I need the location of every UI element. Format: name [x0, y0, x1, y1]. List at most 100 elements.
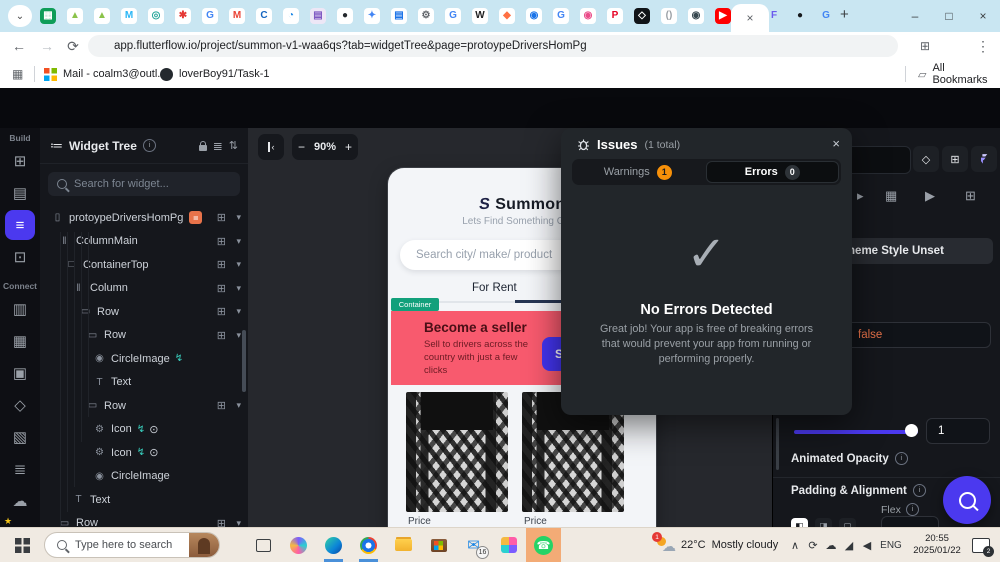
chevron-icon[interactable]: ▾	[236, 400, 241, 411]
theme-gem-button[interactable]: ◇	[913, 146, 939, 172]
tree-scrollbar[interactable]	[242, 330, 246, 392]
android-tab-icon-2[interactable]: ▲	[94, 8, 110, 24]
tab-for-rent[interactable]: For Rent	[472, 282, 517, 294]
camera-tab-icon[interactable]: ◉	[688, 8, 704, 24]
visibility-eye-icon[interactable]: ⊙	[149, 423, 158, 436]
nav-media-icon[interactable]: ▧	[5, 422, 35, 452]
github-tab-icon[interactable]: ●	[337, 8, 353, 24]
tree-row-containertop[interactable]: □ ContainerTop ⊞ ▾	[40, 253, 248, 277]
opacity-value-field[interactable]: 1	[926, 418, 990, 444]
file-explorer-icon[interactable]	[386, 528, 421, 562]
tree-info-icon[interactable]	[142, 139, 156, 152]
active-tab[interactable]: ×	[731, 4, 769, 32]
chevron-icon[interactable]: ▾	[236, 330, 241, 341]
bookmark-github[interactable]: loverBoy91/Task-1	[160, 60, 270, 88]
info-icon[interactable]	[894, 452, 908, 465]
gemini-tab-icon[interactable]: ✦	[364, 8, 380, 24]
collapse-panel-button[interactable]: ‹	[258, 134, 284, 160]
add-widget-icon[interactable]: ⊞	[217, 211, 226, 224]
select-mode-icon[interactable]: ▸	[857, 188, 864, 204]
tab-search-chevron-icon[interactable]: ⌄	[8, 5, 32, 27]
all-bookmarks-button[interactable]: ▱ All Bookmarks	[918, 60, 1000, 88]
profile-tab-icon[interactable]: ◉	[526, 8, 542, 24]
nav-storyboard-icon[interactable]: ▣	[5, 358, 35, 388]
tree-row-column[interactable]: ‖ Column ⊞ ▾	[40, 277, 248, 301]
url-field[interactable]: ◎ app.flutterflow.io/project/summon-v1-w…	[88, 35, 979, 87]
notes-tab-icon[interactable]: ▤	[310, 8, 326, 24]
search-fab[interactable]	[943, 476, 991, 524]
back-icon[interactable]: ←	[6, 32, 32, 60]
add-widget-icon[interactable]: ⊞	[217, 282, 226, 295]
add-widget-icon[interactable]: ⊞	[217, 235, 226, 248]
flame-tab-icon[interactable]: ◆	[499, 8, 515, 24]
gear-tab-icon[interactable]: ⚙	[418, 8, 434, 24]
extensions-icon[interactable]: ⊞	[912, 32, 938, 60]
add-widget-icon[interactable]: ⊞	[217, 399, 226, 412]
brackets-tab-icon[interactable]: ()	[661, 8, 677, 24]
errors-tab[interactable]: Errors 0	[705, 161, 839, 183]
opacity-slider-knob[interactable]	[905, 424, 918, 437]
add-widget-icon[interactable]: ⊞	[217, 329, 226, 342]
layers-icon[interactable]: ≣	[213, 139, 223, 153]
tree-row-row[interactable]: ▭ Row ⊞ ▾	[40, 300, 248, 324]
dark-app-tab-icon[interactable]: ◇	[634, 8, 650, 24]
google-tab-icon-3[interactable]: G	[553, 8, 569, 24]
zoom-in-button[interactable]: +	[345, 140, 352, 154]
zoom-out-button[interactable]: −	[298, 140, 305, 154]
tree-row-text[interactable]: T Text	[40, 488, 248, 512]
mail-icon[interactable]: 16	[456, 528, 491, 562]
run-tab-icon[interactable]: ▶	[925, 188, 935, 204]
flutterflow-tab-icon[interactable]: F	[766, 8, 782, 24]
nav-app-values-icon[interactable]: ≣	[5, 454, 35, 484]
docs-tab-icon[interactable]: ▤	[391, 8, 407, 24]
chevron-icon[interactable]: ▾	[236, 306, 241, 317]
wikipedia-tab-icon[interactable]: W	[472, 8, 488, 24]
store-icon[interactable]	[421, 528, 456, 562]
collapse-all-icon[interactable]: ⇅	[229, 139, 238, 152]
info-icon[interactable]	[912, 484, 926, 497]
opacity-slider[interactable]	[794, 430, 918, 434]
edge-icon[interactable]	[316, 528, 351, 562]
copilot-icon[interactable]	[281, 528, 316, 562]
nav-widget-tree-icon[interactable]: ≡	[5, 210, 35, 240]
chrome-icon[interactable]	[351, 528, 386, 562]
m365-icon[interactable]	[491, 528, 526, 562]
tree-row-text[interactable]: T Text	[40, 371, 248, 395]
notification-center-icon[interactable]: 2	[972, 537, 994, 557]
properties-table-icon[interactable]: ▦	[885, 188, 897, 204]
github-tab-icon-2[interactable]: ●	[792, 8, 808, 24]
crab-tab-icon[interactable]: ✱	[175, 8, 191, 24]
close-icon[interactable]: ×	[832, 136, 840, 151]
taskbar-search-input[interactable]: Type here to search	[44, 532, 220, 558]
pinterest-tab-icon[interactable]: P	[607, 8, 623, 24]
nav-cms-icon[interactable]: ▦	[5, 326, 35, 356]
nav-pages-icon[interactable]: ▤	[5, 178, 35, 208]
network-icon[interactable]: ◢	[840, 539, 858, 552]
start-button[interactable]	[0, 528, 44, 562]
nav-cloud-functions-icon[interactable]: ☁	[5, 486, 35, 516]
language-indicator[interactable]: ENG	[876, 540, 906, 551]
minimize-button[interactable]: –	[898, 0, 932, 32]
visibility-eye-icon[interactable]: ⊙	[149, 446, 158, 459]
update-icon[interactable]: ⟳	[804, 539, 822, 552]
tree-row-row[interactable]: ▭ Row ⊞ ▾	[40, 394, 248, 418]
bookmark-mail[interactable]: Mail - coalm3@outl...	[44, 60, 166, 88]
c-blue-tab-icon[interactable]: C	[256, 8, 272, 24]
tree-row-icon[interactable]: ⚙ Icon ↯ ⊙	[40, 418, 248, 442]
chevron-icon[interactable]: ▾	[236, 212, 241, 223]
tree-row-protoypedrivershompg[interactable]: ▯ protoypeDriversHomPg ≣ ⊞ ▾	[40, 206, 248, 230]
nav-components-icon[interactable]: ⊡	[5, 242, 35, 272]
clock[interactable]: 20:55 2025/01/22	[906, 533, 968, 557]
google-tab-icon[interactable]: G	[202, 8, 218, 24]
chevron-icon[interactable]: ▾	[236, 283, 241, 294]
lock-icon[interactable]	[198, 140, 207, 151]
youtube-tab-icon[interactable]: ▶	[715, 8, 731, 24]
apps-grid-icon[interactable]: ▦	[12, 67, 23, 81]
add-widget-icon[interactable]: ⊞	[217, 258, 226, 271]
chevron-icon[interactable]: ▾	[236, 259, 241, 270]
widget-palette-button[interactable]: ⊞	[942, 146, 968, 172]
warnings-tab[interactable]: Warnings 1	[572, 159, 704, 185]
google-sheets-tab-icon[interactable]: ▦	[40, 8, 56, 24]
panel-scrollbar[interactable]	[776, 418, 779, 470]
chevron-icon[interactable]: ▾	[236, 236, 241, 247]
